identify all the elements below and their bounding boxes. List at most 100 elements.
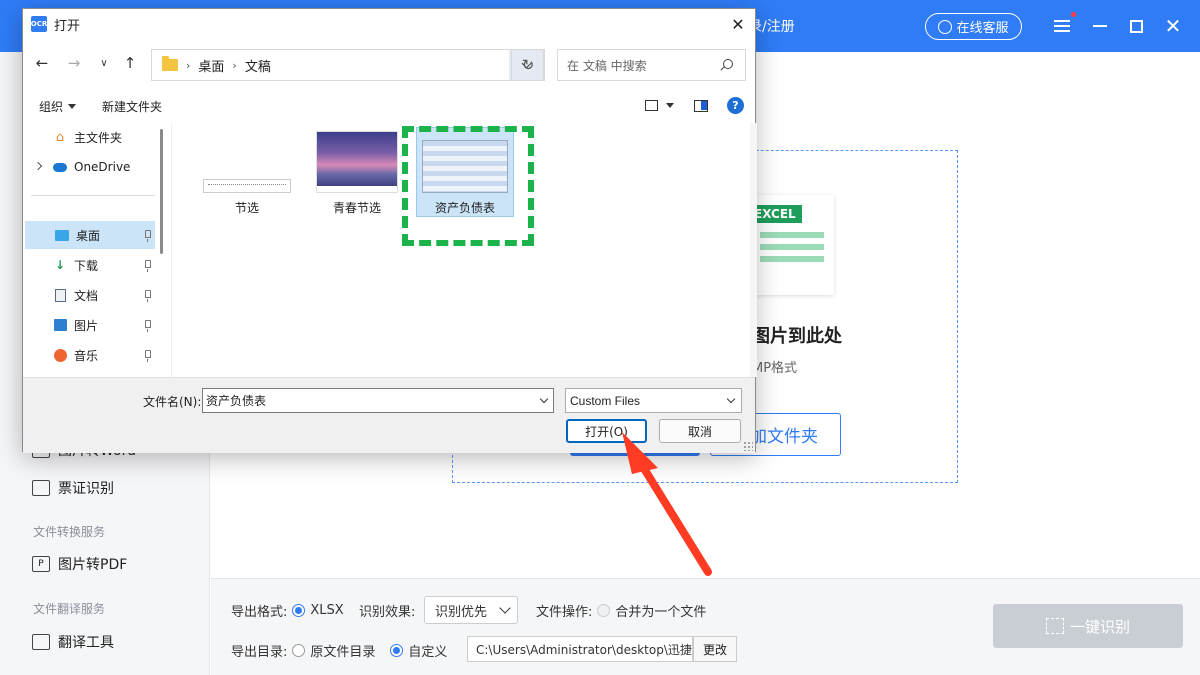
nav-item-label: 下载	[74, 258, 99, 273]
preview-pane-icon[interactable]	[694, 100, 708, 112]
chevron-down-icon	[539, 394, 549, 404]
nav-item-label: OneDrive	[74, 160, 131, 174]
navigation-pane: ⌂ 主文件夹 OneDrive 桌面 ↓ 下载 文档 图片 音乐	[23, 123, 169, 377]
document-thumbnail	[203, 179, 291, 193]
open-file-dialog: OCR 打开 ✕ ← → ∨ ↑ › 桌面 › 文稿 ↻ 在 文稿 中搜索 组织…	[22, 8, 757, 453]
close-button[interactable]: ✕	[1161, 14, 1185, 38]
file-op-option: 文件操作: 合并为一个文件	[536, 601, 706, 620]
pin-icon	[145, 260, 151, 272]
nav-item-pictures[interactable]: 图片	[23, 311, 155, 339]
close-icon: ✕	[1164, 14, 1182, 38]
dialog-close-button[interactable]: ✕	[727, 13, 749, 35]
caret-down-icon	[68, 104, 77, 109]
view-options-caret-icon[interactable]	[666, 103, 674, 108]
highlight-box	[402, 126, 534, 246]
nav-item-label: 主文件夹	[74, 130, 123, 145]
address-bar[interactable]: › 桌面 › 文稿	[151, 49, 544, 81]
chevron-right-icon: ›	[186, 58, 191, 72]
filename-label: 文件名(N):	[143, 395, 202, 409]
export-dir-label: 导出目录:	[231, 645, 288, 660]
forward-button[interactable]: →	[63, 52, 85, 74]
custom-dir-radio[interactable]	[390, 644, 404, 657]
folder-icon	[162, 56, 178, 71]
export-format-option: 导出格式: XLSX	[231, 601, 344, 620]
nav-item-videos[interactable]: 视频	[23, 369, 155, 378]
nav-item-documents[interactable]: 文档	[23, 281, 155, 309]
file-item-excerpt[interactable]: 节选	[192, 123, 302, 223]
app-logo-icon: OCR	[31, 16, 47, 32]
file-list-area: 节选 青春节选 资产负债表	[171, 123, 757, 377]
home-icon: ⌂	[55, 129, 65, 145]
xlsx-radio[interactable]	[292, 604, 306, 617]
source-dir-label: 原文件目录	[310, 645, 376, 660]
open-button[interactable]: 打开(O)	[566, 419, 647, 443]
merge-radio[interactable]	[597, 604, 611, 617]
view-mode-icon[interactable]	[645, 100, 658, 111]
merge-label: 合并为一个文件	[615, 605, 707, 620]
effect-select[interactable]: 识别优先	[424, 596, 518, 624]
effect-label: 识别效果:	[359, 601, 415, 620]
drop-zone-subtitle: MP格式	[752, 361, 798, 376]
export-path-field[interactable]: C:\Users\Administrator\desktop\迅捷OCR文	[467, 636, 693, 662]
online-service-label: 在线客服	[956, 21, 1009, 36]
cloud-icon	[53, 162, 67, 172]
export-format-label: 导出格式:	[231, 605, 288, 620]
arrow-right-icon: →	[67, 54, 81, 72]
sidebar-item-translate[interactable]: 翻译工具	[32, 632, 114, 652]
back-button[interactable]: ←	[31, 52, 53, 74]
search-input[interactable]: 在 文稿 中搜索	[557, 49, 746, 81]
breadcrumb-desktop[interactable]: 桌面	[198, 56, 224, 75]
xlsx-label: XLSX	[310, 603, 344, 618]
source-dir-radio[interactable]	[292, 644, 306, 657]
nav-item-label: 文档	[74, 288, 99, 303]
music-icon	[53, 348, 67, 362]
nav-item-downloads[interactable]: ↓ 下载	[23, 251, 155, 279]
help-icon[interactable]: ?	[727, 97, 744, 114]
filename-value: 资产负债表	[206, 394, 267, 408]
organize-menu[interactable]: 组织	[39, 98, 77, 115]
dialog-footer: 文件名(N): 资产负债表 Custom Files 打开(O) 取消	[23, 377, 755, 453]
desktop-icon-wrap	[55, 229, 69, 242]
filetype-select[interactable]: Custom Files	[565, 388, 742, 413]
cancel-button[interactable]: 取消	[659, 419, 741, 443]
file-item-youth-excerpt[interactable]: 青春节选	[307, 123, 407, 223]
arrow-up-icon: ↑	[123, 54, 137, 72]
online-service-button[interactable]: 在线客服	[925, 13, 1022, 40]
pin-icon	[145, 290, 151, 302]
translate-icon	[32, 634, 50, 650]
nav-item-music[interactable]: 音乐	[23, 341, 155, 369]
sidebar-item-img2pdf[interactable]: P 图片转PDF	[32, 554, 127, 574]
sidebar-item-label: 票证识别	[58, 481, 114, 497]
music-icon-wrap	[53, 348, 67, 362]
resize-grip-icon[interactable]	[743, 441, 753, 451]
sidebar-section-translate: 文件翻译服务	[33, 602, 106, 616]
cloud-icon-wrap	[53, 161, 67, 174]
minimize-icon	[1093, 25, 1107, 27]
nav-scrollbar[interactable]	[160, 129, 163, 254]
maximize-button[interactable]	[1124, 14, 1148, 38]
recognize-button[interactable]: 一键识别	[993, 604, 1183, 648]
file-scrollbar[interactable]	[750, 123, 757, 377]
chevron-right-icon: ›	[232, 58, 237, 72]
sidebar-item-label: 翻译工具	[58, 635, 114, 651]
sidebar-item-ticket[interactable]: 票证识别	[32, 478, 114, 498]
pin-icon	[145, 320, 151, 332]
refresh-icon: ↻	[521, 56, 535, 74]
recent-locations-button[interactable]: ∨	[93, 52, 115, 74]
up-button[interactable]: ↑	[119, 52, 141, 74]
pin-icon	[145, 230, 151, 242]
menu-button[interactable]	[1050, 12, 1076, 38]
nav-item-onedrive[interactable]: OneDrive	[23, 153, 155, 181]
nav-item-label: 桌面	[76, 228, 101, 243]
refresh-button[interactable]: ↻	[511, 49, 545, 81]
nav-item-desktop[interactable]: 桌面	[25, 221, 155, 249]
minimize-button[interactable]	[1088, 14, 1112, 38]
documents-icon	[54, 288, 66, 302]
new-folder-button[interactable]: 新建文件夹	[102, 98, 162, 115]
filename-input[interactable]: 资产负债表	[202, 388, 554, 413]
breadcrumb-drafts[interactable]: 文稿	[245, 56, 271, 75]
change-dir-button[interactable]: 更改	[693, 636, 737, 662]
recognize-label: 一键识别	[1069, 617, 1130, 636]
nav-divider	[31, 195, 155, 196]
nav-item-home[interactable]: ⌂ 主文件夹	[23, 123, 155, 151]
